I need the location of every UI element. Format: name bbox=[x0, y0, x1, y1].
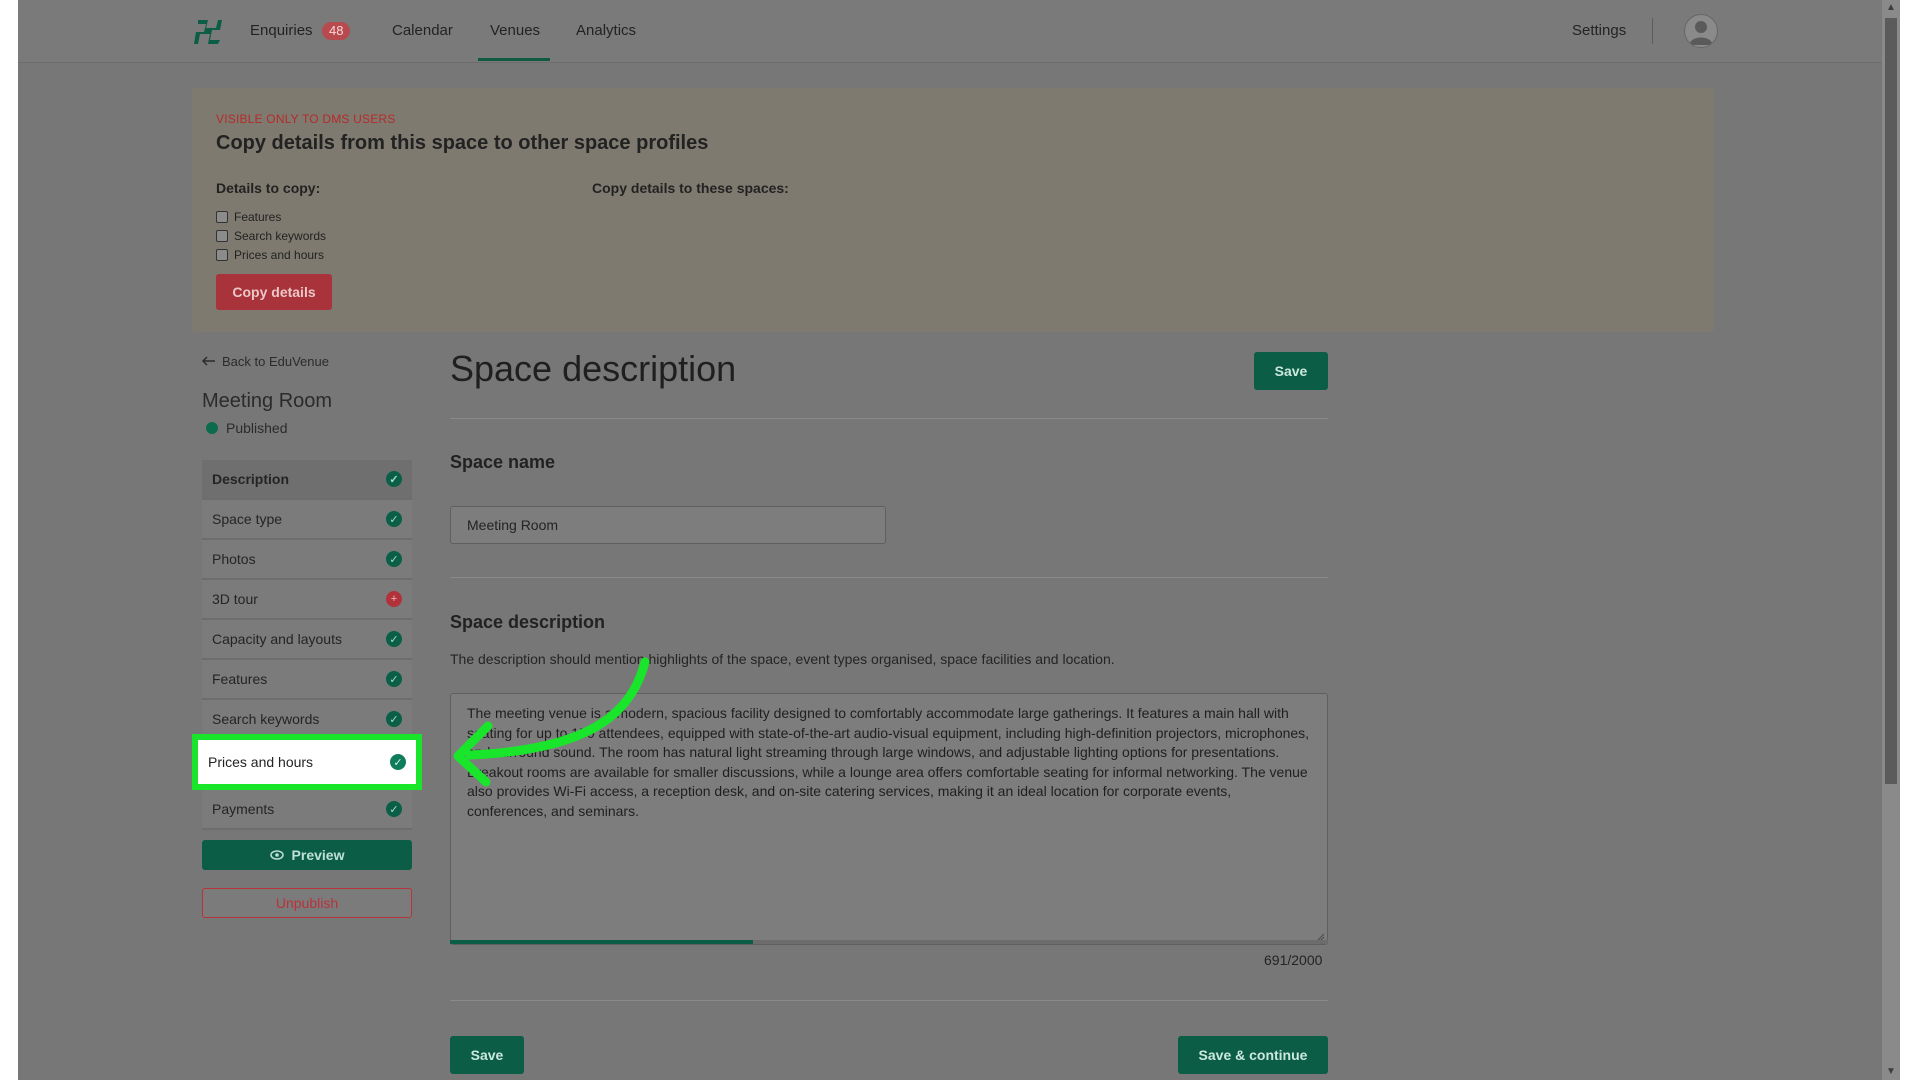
left-strip bbox=[0, 0, 18, 1080]
description-textarea[interactable]: The meeting venue is a modern, spacious … bbox=[450, 693, 1328, 945]
checkbox-label: Features bbox=[234, 210, 282, 224]
checkbox-label: Search keywords bbox=[234, 229, 327, 243]
sidebar-item-label: Photos bbox=[212, 551, 256, 567]
sidebar-item-label: Features bbox=[212, 671, 268, 687]
save-continue-button[interactable]: Save & continue bbox=[1178, 1036, 1328, 1074]
check-icon: ✓ bbox=[386, 671, 402, 687]
plus-alert-icon: + bbox=[386, 591, 402, 607]
divider bbox=[450, 418, 1328, 419]
check-icon: ✓ bbox=[386, 631, 402, 647]
space-title: Meeting Room bbox=[202, 390, 333, 412]
copy-option-prices-hours[interactable]: Prices and hours bbox=[216, 248, 324, 262]
back-link[interactable]: Back to EduVenue bbox=[201, 354, 329, 369]
sidebar-menu: Description ✓ Space type ✓ Photos ✓ 3D t… bbox=[192, 460, 422, 830]
scrollbar-thumb[interactable] bbox=[1885, 18, 1897, 784]
sidebar-item-features[interactable]: Features ✓ bbox=[202, 660, 412, 700]
divider bbox=[450, 1000, 1328, 1001]
progress-fill bbox=[450, 940, 754, 944]
sidebar-item-payments[interactable]: Payments ✓ bbox=[202, 790, 412, 830]
copy-option-features[interactable]: Features bbox=[216, 210, 281, 224]
sidebar-item-3d-tour[interactable]: 3D tour + bbox=[202, 580, 412, 620]
back-link-label: Back to EduVenue bbox=[222, 354, 329, 369]
preview-button-label: Preview bbox=[291, 847, 345, 863]
nav-analytics[interactable]: Analytics bbox=[576, 22, 636, 39]
copy-panel-title: Copy details from this space to other sp… bbox=[216, 132, 709, 154]
sidebar-item-prices-hours[interactable]: Prices and hours ✓ bbox=[192, 734, 422, 790]
space-name-input[interactable]: Meeting Room bbox=[450, 506, 886, 544]
scrollbar[interactable]: ▲ ▼ bbox=[1882, 0, 1900, 1080]
unpublish-button[interactable]: Unpublish bbox=[202, 888, 412, 918]
sidebar-item-space-type[interactable]: Space type ✓ bbox=[202, 500, 412, 540]
space-name-heading: Space name bbox=[450, 452, 556, 472]
copy-details-button[interactable]: Copy details bbox=[216, 274, 332, 310]
save-button-bottom[interactable]: Save bbox=[450, 1036, 524, 1074]
status-label: Published bbox=[226, 420, 288, 436]
sidebar-item-label: Description bbox=[212, 471, 290, 487]
page-title: Space description bbox=[450, 348, 737, 389]
sidebar-item-label: Space type bbox=[212, 511, 283, 527]
check-icon: ✓ bbox=[386, 471, 402, 487]
copy-details-panel: VISIBLE ONLY TO DMS USERS Copy details f… bbox=[192, 88, 1714, 332]
top-nav: Enquiries 48 Calendar Venues Analytics S… bbox=[18, 0, 1882, 63]
details-to-copy-label: Details to copy: bbox=[216, 180, 321, 196]
visibility-label: VISIBLE ONLY TO DMS USERS bbox=[216, 112, 396, 126]
checkbox[interactable] bbox=[216, 230, 228, 242]
sidebar-item-label: Capacity and layouts bbox=[212, 631, 342, 647]
enquiries-count-badge: 48 bbox=[322, 22, 351, 40]
checkbox[interactable] bbox=[216, 249, 228, 261]
avatar[interactable] bbox=[1684, 14, 1718, 48]
nav-settings[interactable]: Settings bbox=[1572, 22, 1626, 39]
checkbox[interactable] bbox=[216, 211, 228, 223]
description-help-text: The description should mention highlight… bbox=[450, 651, 1115, 667]
eye-icon bbox=[269, 847, 284, 863]
brand-logo-icon[interactable] bbox=[192, 16, 226, 48]
scroll-down-icon[interactable]: ▼ bbox=[1882, 1064, 1900, 1080]
sidebar-item-label: 3D tour bbox=[212, 591, 258, 607]
description-text: The meeting venue is a modern, spacious … bbox=[467, 705, 1310, 819]
copy-option-search-keywords[interactable]: Search keywords bbox=[216, 229, 326, 243]
character-progress-bar bbox=[450, 940, 1328, 944]
sidebar-item-label: Prices and hours bbox=[208, 754, 314, 770]
check-icon: ✓ bbox=[386, 511, 402, 527]
arrow-left-icon bbox=[201, 354, 216, 369]
nav-enquiries[interactable]: Enquiries bbox=[250, 22, 313, 39]
check-icon: ✓ bbox=[386, 801, 402, 817]
character-counter: 691/2000 bbox=[1264, 952, 1323, 968]
space-description-heading: Space description bbox=[450, 612, 606, 632]
sidebar-item-label: Payments bbox=[212, 801, 275, 817]
sidebar-item-photos[interactable]: Photos ✓ bbox=[202, 540, 412, 580]
checkbox-label: Prices and hours bbox=[234, 248, 325, 262]
divider bbox=[450, 577, 1328, 578]
nav-active-indicator bbox=[478, 58, 550, 61]
nav-calendar[interactable]: Calendar bbox=[392, 22, 453, 39]
copy-to-spaces-label: Copy details to these spaces: bbox=[592, 180, 789, 196]
preview-button[interactable]: Preview bbox=[202, 840, 412, 870]
status-dot-icon bbox=[206, 422, 218, 434]
sidebar-item-label: Search keywords bbox=[212, 711, 320, 727]
save-button[interactable]: Save bbox=[1254, 352, 1328, 390]
sidebar-item-description[interactable]: Description ✓ bbox=[202, 460, 412, 500]
status-badge: Published bbox=[206, 420, 288, 436]
check-icon: ✓ bbox=[386, 551, 402, 567]
check-icon: ✓ bbox=[390, 754, 406, 770]
nav-divider bbox=[1652, 18, 1653, 44]
sidebar-item-capacity[interactable]: Capacity and layouts ✓ bbox=[202, 620, 412, 660]
scroll-up-icon[interactable]: ▲ bbox=[1882, 0, 1900, 16]
nav-venues[interactable]: Venues bbox=[490, 22, 540, 39]
check-icon: ✓ bbox=[386, 711, 402, 727]
